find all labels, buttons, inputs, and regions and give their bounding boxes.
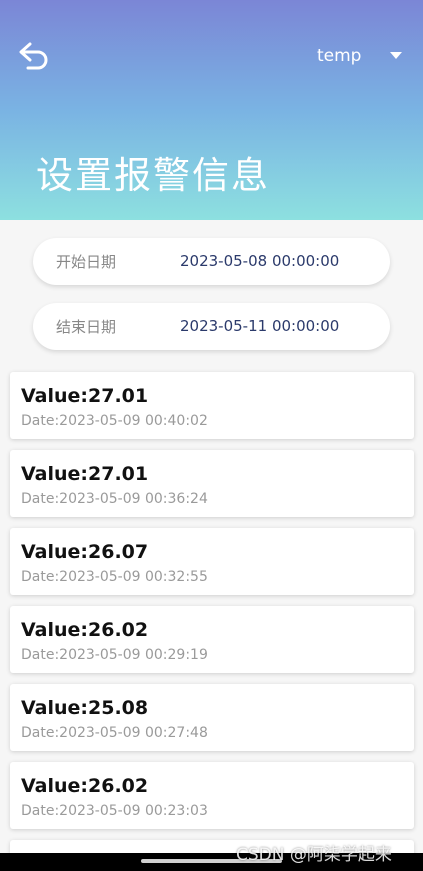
alarm-record[interactable]: Value:27.01 Date:2023-05-09 00:40:02 [10, 372, 414, 439]
record-date: Date:2023-05-09 00:32:55 [21, 569, 208, 585]
watermark: CSDN @阿柒学起来 [236, 845, 392, 865]
alarm-record[interactable]: Value:26.02 Date:2023-05-09 00:23:03 [10, 762, 414, 829]
sensor-dropdown-value: temp [317, 46, 362, 66]
sensor-dropdown[interactable]: temp [300, 40, 410, 72]
alarm-record[interactable]: Value:25.08 Date:2023-05-09 00:27:48 [10, 684, 414, 751]
record-value: Value:27.01 [21, 385, 149, 407]
back-arrow-icon [19, 42, 48, 70]
record-value: Value:27.01 [21, 463, 149, 485]
record-value: Value:25.08 [21, 697, 149, 719]
back-button[interactable] [16, 40, 52, 72]
caret-down-icon [390, 52, 402, 59]
alarm-record[interactable]: Value:26.02 Date:2023-05-09 00:29:19 [10, 606, 414, 673]
record-date: Date:2023-05-09 00:23:03 [21, 803, 208, 819]
start-date-picker[interactable]: 开始日期 2023-05-08 00:00:00 [33, 238, 390, 285]
page-title: 设置报警信息 [36, 154, 270, 197]
record-date: Date:2023-05-09 00:29:19 [21, 647, 208, 663]
header-banner: temp 设置报警信息 [0, 0, 423, 220]
record-value: Value:26.02 [21, 775, 149, 797]
record-date: Date:2023-05-09 00:27:48 [21, 725, 208, 741]
alarm-record[interactable]: Value:27.01 Date:2023-05-09 00:36:24 [10, 450, 414, 517]
record-value: Value:26.02 [21, 619, 149, 641]
end-date-label: 结束日期 [56, 318, 117, 336]
start-date-label: 开始日期 [56, 253, 117, 271]
record-value: Value:26.07 [21, 541, 149, 563]
end-date-picker[interactable]: 结束日期 2023-05-11 00:00:00 [33, 303, 390, 350]
end-date-value: 2023-05-11 00:00:00 [180, 317, 340, 335]
record-date: Date:2023-05-09 00:40:02 [21, 413, 208, 429]
start-date-value: 2023-05-08 00:00:00 [180, 252, 340, 270]
alarm-record[interactable]: Value:26.07 Date:2023-05-09 00:32:55 [10, 528, 414, 595]
record-date: Date:2023-05-09 00:36:24 [21, 491, 208, 507]
